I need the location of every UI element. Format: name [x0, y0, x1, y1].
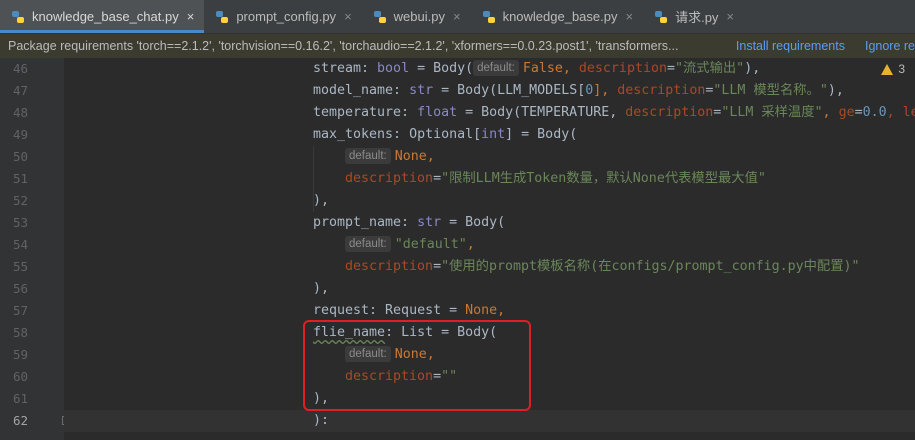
- ignore-requirements-link[interactable]: Ignore re: [865, 39, 915, 53]
- close-icon[interactable]: ×: [726, 9, 734, 24]
- code-line-47: model_name: str = Body(LLM_MODELS[0], de…: [313, 83, 844, 98]
- code-line-50: default: None,: [345, 146, 915, 168]
- line-number: 52: [12, 193, 28, 208]
- code-line-57: request: Request = None,: [313, 303, 506, 318]
- warning-icon: [881, 63, 894, 75]
- parameter-hint: default:: [345, 236, 391, 252]
- line-number: 55: [12, 259, 28, 274]
- line-number: 60: [12, 369, 28, 384]
- python-file-icon: [653, 9, 669, 25]
- code-line-52: ),: [313, 193, 330, 208]
- banner-message: Package requirements 'torch==2.1.2', 'to…: [8, 39, 679, 53]
- close-icon[interactable]: ×: [453, 9, 461, 24]
- code-line-56: ),: [313, 281, 330, 296]
- code-line-48: temperature: float = Body(TEMPERATURE, d…: [313, 105, 915, 120]
- editor-tab-bar: knowledge_base_chat.py × prompt_config.p…: [0, 0, 915, 34]
- close-icon[interactable]: ×: [344, 9, 352, 24]
- tab-label: prompt_config.py: [236, 9, 337, 24]
- tab-webui[interactable]: webui.py ×: [362, 0, 471, 33]
- tab-prompt-config[interactable]: prompt_config.py ×: [204, 0, 361, 33]
- code-line-55: description="使用的prompt模板名称(在configs/prom…: [345, 259, 860, 274]
- line-number: 51: [12, 171, 28, 186]
- line-number: 54: [12, 237, 28, 252]
- line-number: 57: [12, 303, 28, 318]
- code-line-49: max_tokens: Optional[int] = Body(: [313, 127, 578, 142]
- python-file-icon: [214, 9, 230, 25]
- warning-count: 3: [898, 62, 905, 76]
- code-line-54: default: "default",: [345, 234, 915, 256]
- line-number: 47: [12, 83, 28, 98]
- code-line-62-current: ):: [64, 410, 915, 432]
- tab-knowledge-base-chat[interactable]: knowledge_base_chat.py ×: [0, 0, 205, 33]
- line-number-current: 62: [12, 413, 28, 428]
- code-line-46: stream: bool = Body(default: False, descr…: [313, 60, 761, 76]
- close-icon[interactable]: ×: [187, 9, 195, 24]
- line-number: 49: [12, 127, 28, 142]
- install-requirements-link[interactable]: Install requirements: [736, 39, 845, 53]
- inspection-warnings[interactable]: 3: [881, 62, 905, 76]
- close-icon[interactable]: ×: [625, 9, 633, 24]
- python-file-icon: [10, 9, 26, 25]
- red-annotation-box: [303, 320, 531, 411]
- tab-label: 请求.py: [675, 10, 719, 25]
- line-number: 48: [12, 105, 28, 120]
- tab-label: knowledge_base_chat.py: [32, 9, 179, 24]
- tab-label: webui.py: [393, 9, 445, 24]
- python-file-icon: [372, 9, 388, 25]
- line-number: 59: [12, 347, 28, 362]
- line-number: 61: [12, 391, 28, 406]
- line-number-gutter: 46 47 48 49 50 51 52 53 54 55 56 57 58 5…: [0, 58, 64, 440]
- line-number: 56: [12, 281, 28, 296]
- code-line-51: description="限制LLM生成Token数量，默认None代表模型最大…: [345, 171, 766, 186]
- python-file-icon: [481, 9, 497, 25]
- line-number: 46: [12, 61, 28, 76]
- code-line-53: prompt_name: str = Body(: [313, 215, 506, 230]
- tab-knowledge-base[interactable]: knowledge_base.py ×: [471, 0, 644, 33]
- line-number: 53: [12, 215, 28, 230]
- parameter-hint: default:: [345, 148, 391, 164]
- tab-request[interactable]: 请求.py ×: [643, 0, 744, 33]
- line-number: 50: [12, 149, 28, 164]
- parameter-hint: default:: [473, 60, 519, 76]
- tab-label: knowledge_base.py: [502, 9, 618, 24]
- line-number: 58: [12, 325, 28, 340]
- package-requirements-banner: Package requirements 'torch==2.1.2', 'to…: [0, 34, 915, 58]
